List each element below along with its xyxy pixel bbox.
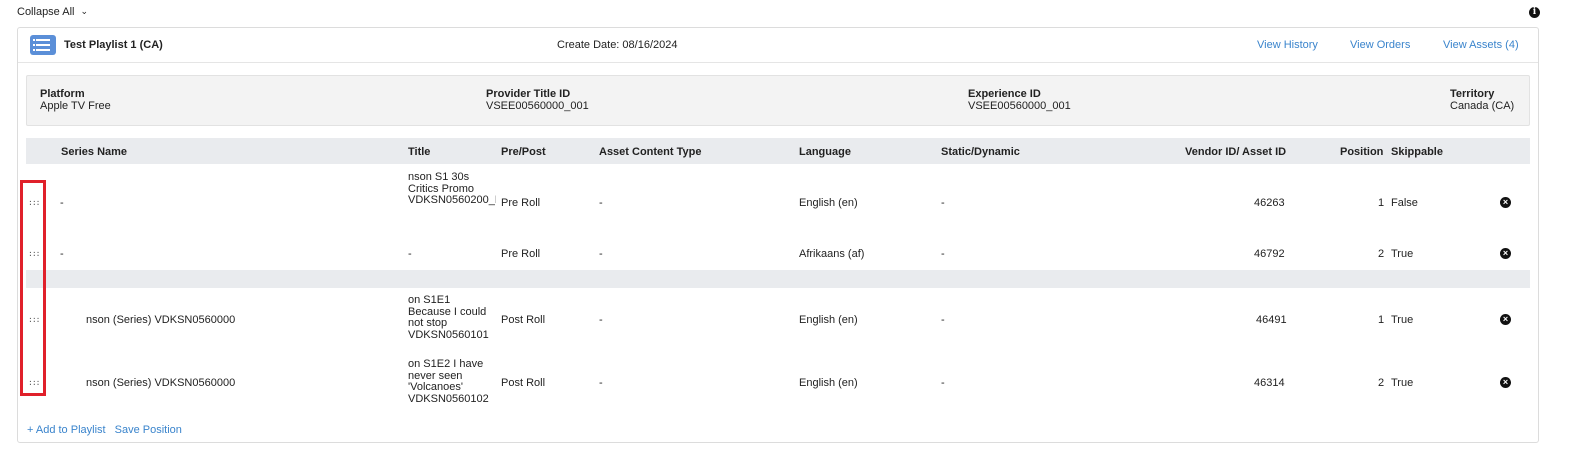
position-cell: 2	[1378, 248, 1385, 260]
group-separator	[26, 270, 1530, 288]
playlist-meta-panel: Platform Apple TV Free Provider Title ID…	[26, 75, 1530, 126]
playlist-footer: + Add to Playlist Save Position	[27, 424, 188, 436]
pre-post-cell: Post Roll	[501, 377, 546, 389]
series-name-cell: -	[60, 197, 64, 209]
col-skippable[interactable]: Skippable	[1391, 146, 1443, 158]
col-language[interactable]: Language	[799, 146, 851, 158]
asset-content-type-cell: -	[599, 248, 603, 260]
provider-title-id-value: VSEE00560000_001	[486, 100, 589, 112]
playlist-icon	[30, 35, 56, 55]
create-date: Create Date: 08/16/2024	[557, 39, 678, 51]
territory-value: Canada (CA)	[1450, 100, 1515, 112]
asset-content-type-cell: -	[599, 197, 603, 209]
view-orders-link[interactable]: View Orders	[1350, 39, 1410, 51]
asset-content-type-cell: -	[599, 377, 603, 389]
pre-post-cell: Pre Roll	[501, 197, 541, 209]
position-cell: 1	[1378, 314, 1385, 326]
series-name-cell: nson (Series) VDKSN0560000	[86, 314, 236, 326]
skippable-cell: False	[1391, 197, 1418, 209]
col-position[interactable]: Position	[1340, 146, 1383, 158]
title-cell: nson S1 30s Critics Promo VDKSN0560200_P…	[408, 172, 496, 207]
col-pre-post[interactable]: Pre/Post	[501, 146, 546, 158]
table-row: ::: - nson S1 30s Critics Promo VDKSN056…	[26, 172, 1530, 234]
remove-icon[interactable]: ×	[1500, 314, 1511, 325]
remove-icon[interactable]: ×	[1500, 377, 1511, 388]
col-title[interactable]: Title	[408, 146, 430, 158]
language-cell: English (en)	[799, 377, 858, 389]
language-cell: English (en)	[799, 314, 858, 326]
position-cell: 2	[1378, 377, 1385, 389]
title-cell: on S1E1 Because I could not stop VDKSN05…	[408, 295, 489, 342]
title-cell: -	[408, 248, 412, 260]
series-name-cell: nson (Series) VDKSN0560000	[86, 377, 236, 389]
col-static-dynamic[interactable]: Static/Dynamic	[941, 146, 1020, 158]
info-icon[interactable]: i	[1529, 7, 1540, 18]
pre-post-cell: Post Roll	[501, 314, 546, 326]
static-dynamic-cell: -	[941, 197, 945, 209]
col-asset-content-type[interactable]: Asset Content Type	[599, 146, 701, 158]
experience-id-value: VSEE00560000_001	[968, 100, 1071, 112]
asset-content-type-cell: -	[599, 314, 603, 326]
provider-title-id-label: Provider Title ID	[486, 88, 571, 100]
static-dynamic-cell: -	[941, 314, 945, 326]
table-row: ::: nson (Series) VDKSN0560000 on S1E1 B…	[26, 295, 1530, 345]
remove-icon[interactable]: ×	[1500, 248, 1511, 259]
col-vendor-asset-id[interactable]: Vendor ID/ Asset ID	[1185, 146, 1286, 158]
playlist-card: Test Playlist 1 (CA) Create Date: 08/16/…	[17, 27, 1539, 443]
series-name-cell: -	[60, 248, 64, 260]
save-position-link[interactable]: Save Position	[115, 424, 182, 436]
vendor-asset-id-cell: 46314	[1254, 377, 1285, 389]
language-cell: English (en)	[799, 197, 858, 209]
remove-icon[interactable]: ×	[1500, 197, 1511, 208]
experience-id-label: Experience ID	[968, 88, 1041, 100]
collapse-all-toggle[interactable]: Collapse All ⌄	[17, 6, 88, 18]
view-history-link[interactable]: View History	[1257, 39, 1318, 51]
chevron-down-icon: ⌄	[80, 6, 89, 16]
position-cell: 1	[1378, 197, 1385, 209]
playlist-title: Test Playlist 1 (CA)	[64, 39, 163, 51]
add-to-playlist-link[interactable]: + Add to Playlist	[27, 424, 106, 436]
drag-handles-highlight	[20, 180, 46, 396]
col-series-name[interactable]: Series Name	[61, 146, 127, 158]
table-row: ::: - - Pre Roll - Afrikaans (af) - 4679…	[26, 242, 1530, 266]
platform-label: Platform	[40, 88, 85, 100]
vendor-asset-id-cell: 46491	[1256, 314, 1287, 326]
language-cell: Afrikaans (af)	[799, 248, 865, 260]
static-dynamic-cell: -	[941, 377, 945, 389]
pre-post-cell: Pre Roll	[501, 248, 541, 260]
vendor-asset-id-cell: 46792	[1254, 248, 1285, 260]
static-dynamic-cell: -	[941, 248, 945, 260]
territory-label: Territory	[1450, 88, 1495, 100]
view-assets-link[interactable]: View Assets (4)	[1443, 39, 1519, 51]
skippable-cell: True	[1391, 377, 1414, 389]
collapse-all-label: Collapse All	[17, 6, 75, 18]
skippable-cell: True	[1391, 248, 1414, 260]
title-cell: on S1E2 I have never seen 'Volcanoes' VD…	[408, 359, 489, 406]
table-row: ::: nson (Series) VDKSN0560000 on S1E2 I…	[26, 359, 1530, 409]
skippable-cell: True	[1391, 314, 1414, 326]
vendor-asset-id-cell: 46263	[1254, 197, 1285, 209]
table-header: Series Name Title Pre/Post Asset Content…	[26, 138, 1530, 164]
platform-value: Apple TV Free	[40, 100, 111, 112]
playlist-header: Test Playlist 1 (CA) Create Date: 08/16/…	[18, 28, 1538, 63]
